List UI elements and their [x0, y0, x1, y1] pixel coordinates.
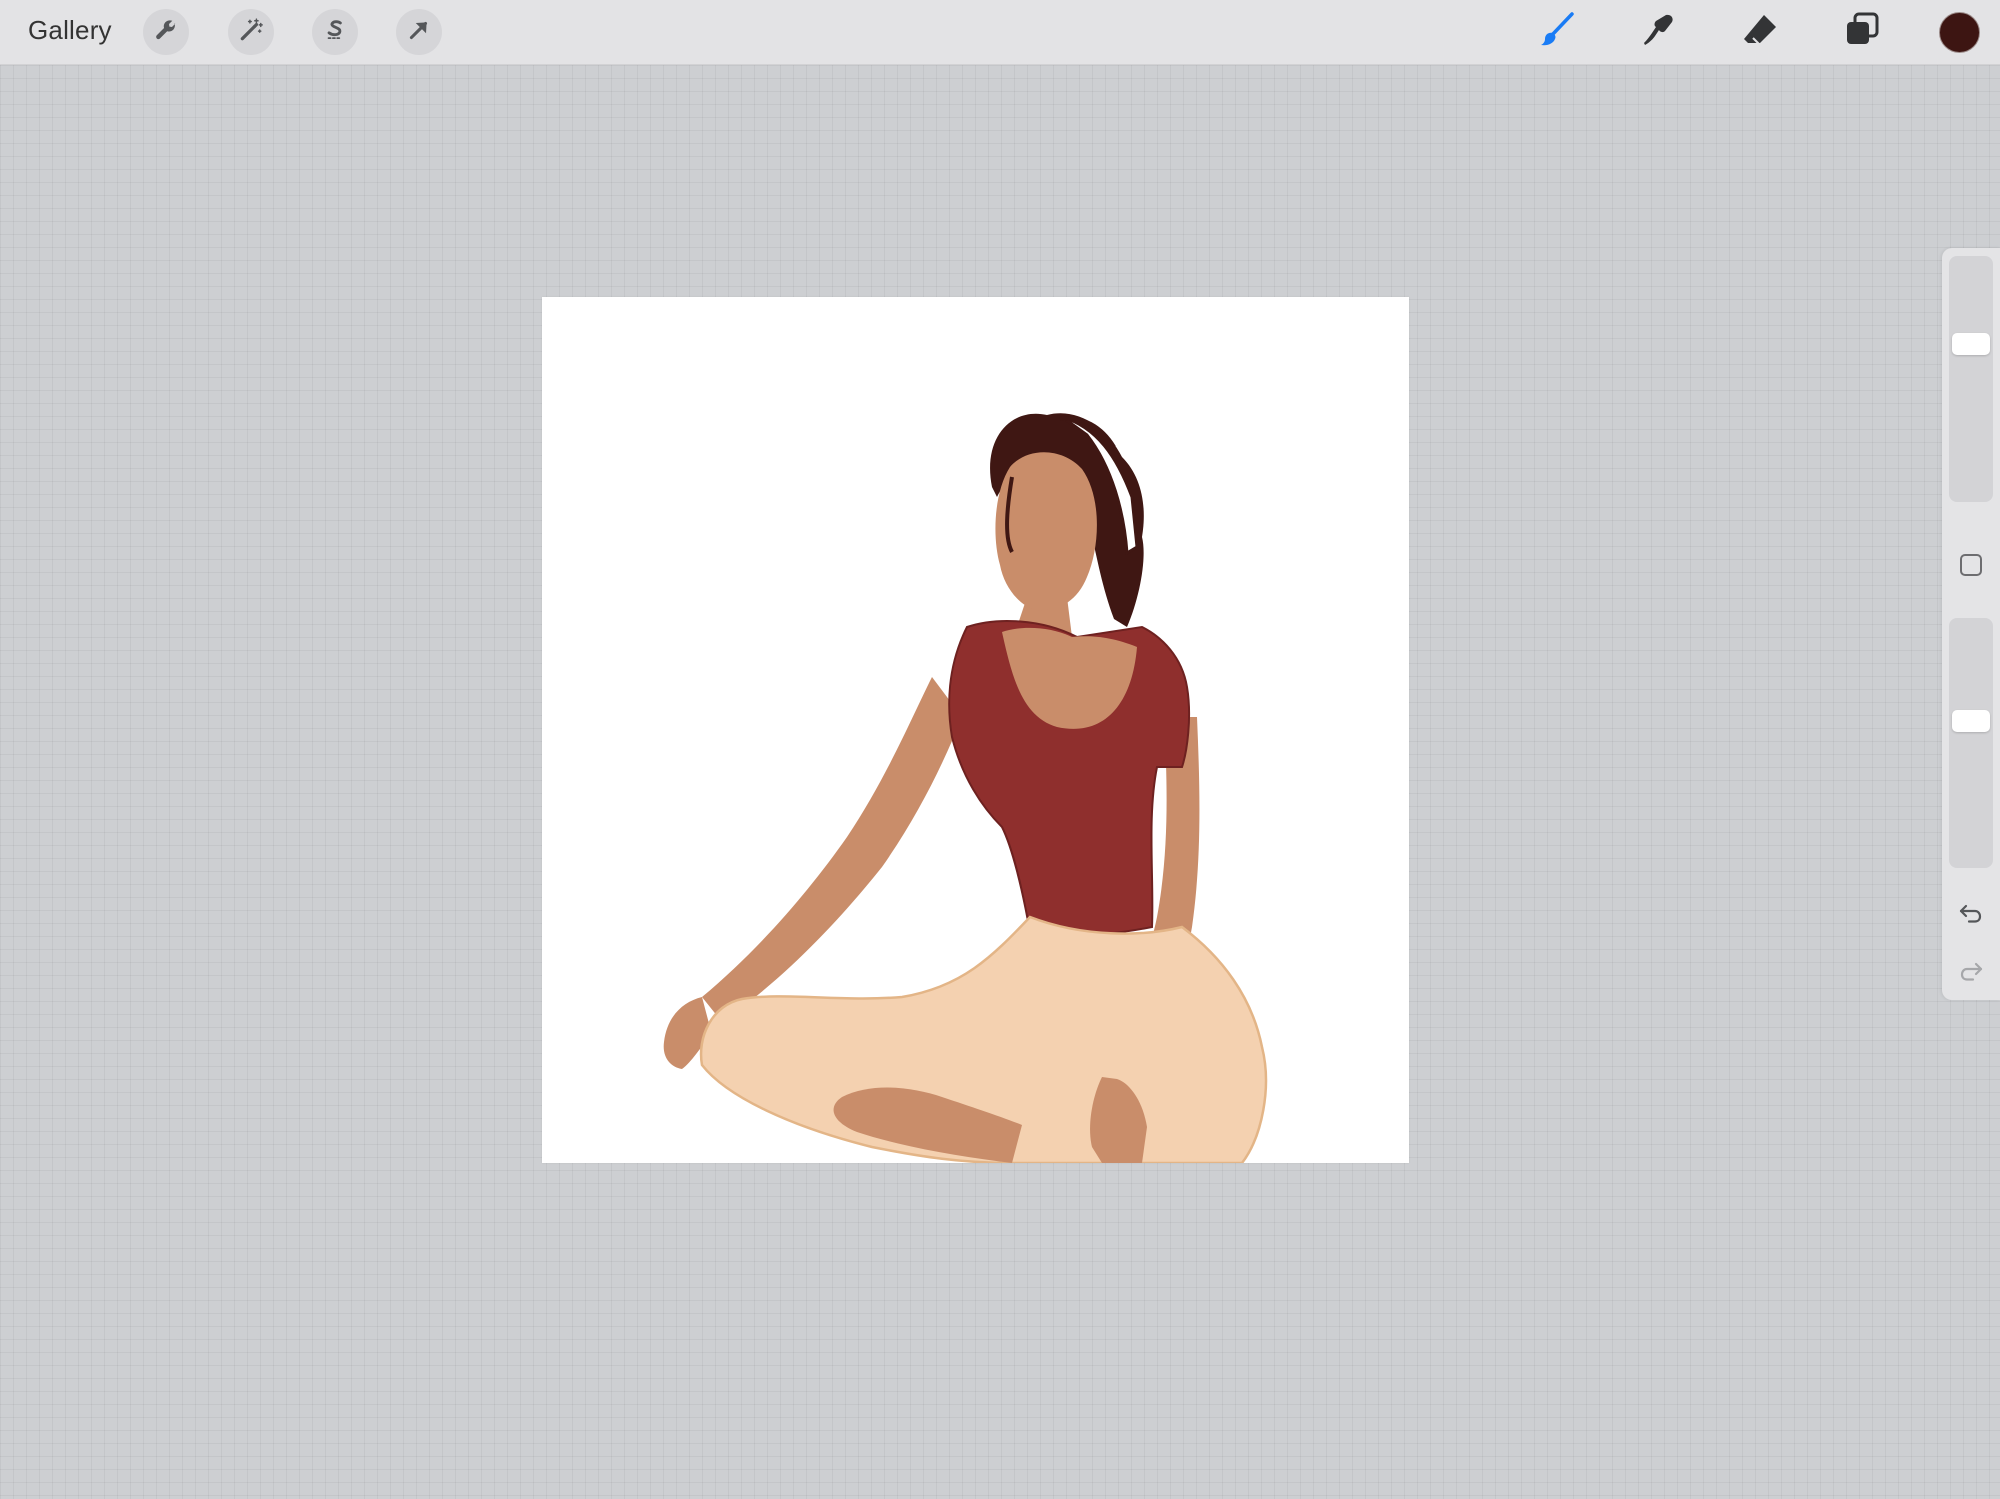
top-toolbar: Gallery [0, 0, 2000, 65]
redo-icon[interactable] [1957, 957, 1985, 985]
opacity-thumb[interactable] [1952, 709, 1990, 732]
right-sidebar [1942, 248, 2000, 1000]
wrench-icon [153, 17, 179, 48]
brush-tool-button[interactable] [1535, 10, 1579, 54]
magic-wand-icon [238, 17, 264, 48]
layers-icon [1842, 10, 1882, 55]
modify-square-icon[interactable] [1960, 554, 1982, 576]
brush-size-thumb[interactable] [1952, 333, 1990, 356]
transform-arrow-icon [406, 17, 432, 48]
smudge-tool-button[interactable] [1636, 10, 1680, 54]
selection-button[interactable] [312, 9, 358, 55]
opacity-slider[interactable] [1949, 618, 1993, 868]
artwork-illustration [663, 413, 1268, 1163]
color-picker-button[interactable] [1939, 12, 1980, 53]
selection-s-icon [322, 17, 348, 48]
transform-button[interactable] [396, 9, 442, 55]
smudge-icon [1638, 10, 1678, 55]
layers-button[interactable] [1840, 10, 1884, 54]
eraser-tool-button[interactable] [1738, 10, 1782, 54]
gallery-button[interactable]: Gallery [28, 15, 112, 46]
adjustments-button[interactable] [228, 9, 274, 55]
eraser-icon [1740, 10, 1780, 55]
undo-icon[interactable] [1957, 899, 1985, 927]
brush-icon [1537, 10, 1577, 55]
actions-button[interactable] [143, 9, 189, 55]
brush-size-slider[interactable] [1949, 256, 1993, 502]
drawing-canvas[interactable] [542, 297, 1409, 1163]
